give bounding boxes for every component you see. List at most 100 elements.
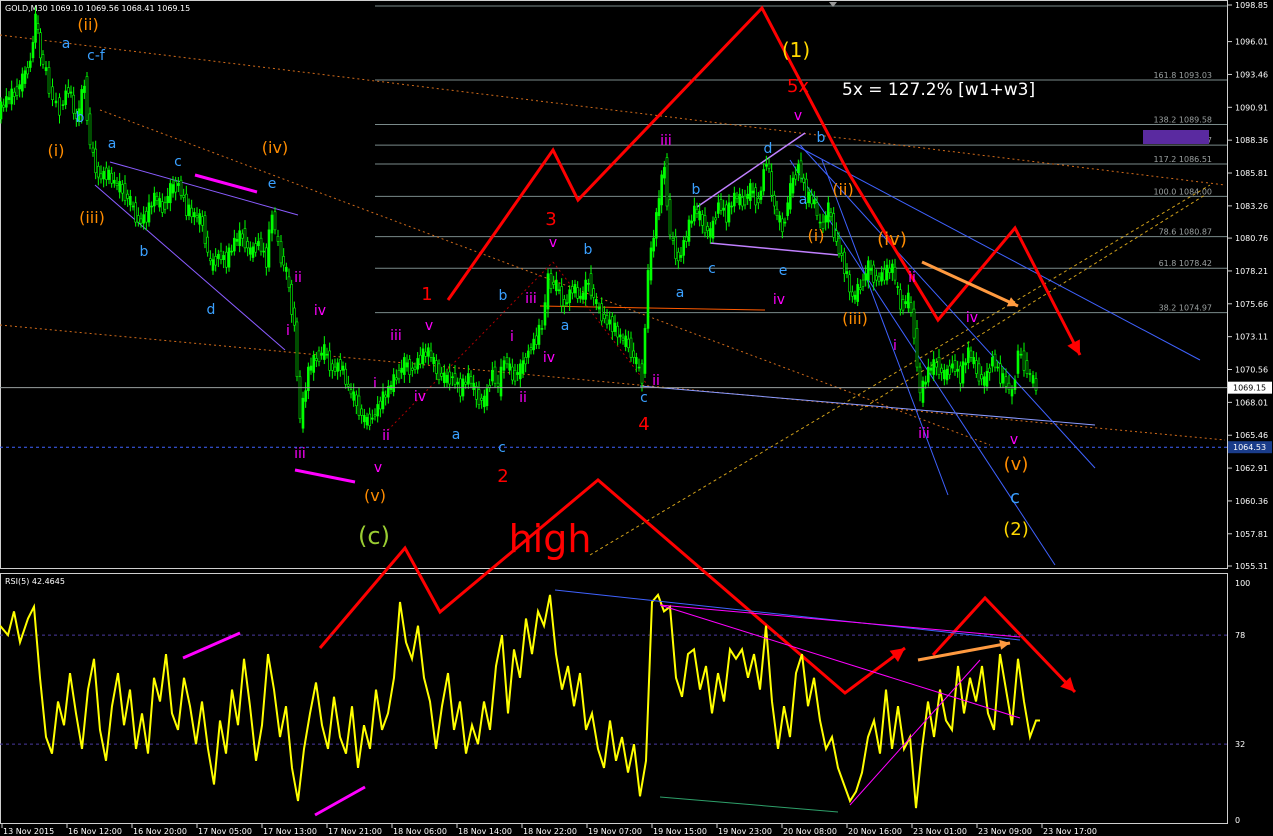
trading-chart[interactable]: 161.8 1093.03138.2 1089.58127.2 1087.971…: [0, 0, 1273, 836]
wave-label: ii: [294, 270, 302, 286]
candle-body: [912, 308, 916, 339]
candle-body: [424, 351, 427, 357]
candle-body: [265, 247, 268, 268]
wave-label: i: [510, 329, 514, 345]
candle-body: [187, 204, 191, 216]
candle-body: [126, 193, 129, 199]
candle-body: [403, 357, 406, 375]
candle-body: [595, 299, 598, 305]
candle-body: [751, 190, 755, 194]
wave-label: a: [676, 285, 685, 301]
candle-body: [18, 84, 21, 90]
price-marker-label: 1064.53: [1233, 443, 1266, 452]
candle-body: [657, 198, 661, 216]
candle-body: [560, 286, 563, 307]
candle-body: [83, 85, 86, 93]
price-tick-label: 1096.01: [1235, 38, 1268, 47]
time-tick-label: 19 Nov 15:00: [653, 827, 707, 836]
candle-body: [584, 279, 587, 300]
wave-label: iv: [314, 303, 326, 319]
candle-body: [679, 255, 683, 258]
wave-label: c-f: [87, 48, 106, 64]
candle-body: [722, 207, 725, 211]
candle-body: [543, 302, 547, 326]
candle-body: [576, 287, 579, 299]
candle-body: [51, 86, 54, 101]
wave-label: ii: [519, 390, 527, 406]
candle-body: [791, 177, 795, 194]
candle-body: [568, 289, 571, 303]
candle-body: [563, 299, 566, 307]
candle-body: [969, 350, 973, 358]
candle-body: [47, 67, 51, 94]
candle-body: [293, 307, 296, 326]
candle-body: [977, 363, 981, 382]
wave-label: iii: [525, 291, 537, 307]
candle-body: [222, 255, 225, 260]
price-tick-label: 1057.81: [1235, 530, 1268, 539]
candle-body: [885, 264, 889, 281]
candle-body: [940, 367, 943, 373]
candle-body: [781, 218, 784, 233]
candle-body: [209, 258, 212, 262]
candle-body: [491, 369, 494, 382]
price-tick-label: 1075.66: [1235, 300, 1268, 309]
candle-body: [485, 388, 489, 407]
wave-label: iv: [414, 389, 426, 405]
candle-body: [456, 381, 459, 385]
candle-body: [376, 404, 379, 417]
candle-body: [214, 256, 217, 266]
candle-body: [355, 394, 358, 407]
wave-label: (2): [1003, 519, 1029, 540]
candle-body: [94, 148, 97, 174]
candle-body: [282, 256, 285, 266]
candle-body: [832, 213, 835, 238]
candle-body: [203, 215, 207, 244]
candle-body: [233, 237, 236, 252]
candle-body: [1010, 389, 1014, 397]
wave-label: b: [692, 182, 701, 198]
candle-body: [21, 73, 24, 92]
candle-body: [379, 400, 382, 410]
time-tick-label: 18 Nov 06:00: [393, 827, 447, 836]
candle-body: [416, 358, 419, 370]
wave-label: ii: [652, 373, 660, 389]
candle-body: [451, 376, 454, 379]
candle-body: [206, 236, 209, 253]
wave-label: v: [374, 460, 382, 476]
candle-body: [743, 196, 747, 206]
fib-label: 117.2 1086.51: [1153, 155, 1212, 164]
candle-body: [698, 211, 701, 221]
candle-body: [113, 179, 116, 184]
candle-body: [477, 389, 481, 405]
candle-body: [137, 215, 140, 223]
candle-body: [448, 371, 451, 385]
wave-label: v: [549, 235, 557, 251]
candle-body: [121, 184, 124, 194]
candle-body: [794, 174, 797, 180]
candle-body: [171, 184, 175, 194]
candle-body: [835, 230, 838, 242]
candle-body: [443, 372, 446, 384]
price-tick-label: 1083.26: [1235, 202, 1268, 211]
candle-body: [243, 228, 247, 249]
candle-body: [682, 240, 685, 256]
candle-body: [182, 194, 185, 198]
candle-body: [259, 237, 263, 252]
candle-body: [64, 90, 67, 105]
fib-label: 38.2 1074.97: [1159, 304, 1212, 313]
candle-body: [959, 365, 962, 384]
candle-body: [320, 352, 323, 356]
candle-body: [328, 350, 331, 371]
wave-label: (ii): [832, 180, 853, 199]
candle-body: [961, 361, 965, 384]
candle-body: [674, 236, 677, 259]
time-tick-label: 23 Nov 09:00: [978, 827, 1032, 836]
candle-body: [437, 363, 441, 381]
candle-body: [813, 199, 816, 205]
candle-body: [646, 270, 650, 329]
candle-body: [72, 94, 75, 114]
candle-body: [502, 360, 506, 371]
candle-body: [929, 367, 933, 371]
wave-label: (c): [358, 522, 390, 550]
